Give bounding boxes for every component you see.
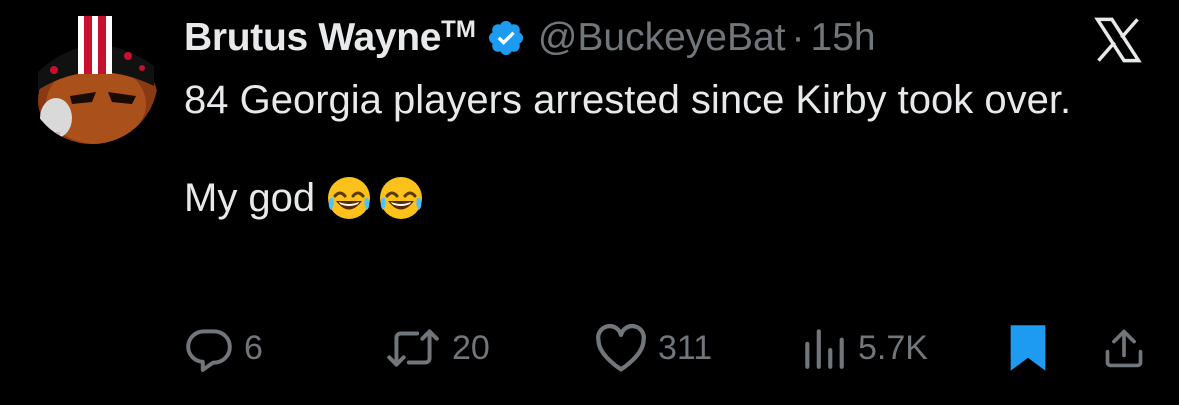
bookmark-button[interactable] <box>1006 320 1050 376</box>
reply-button[interactable]: 6 <box>184 320 263 376</box>
separator-dot: · <box>791 16 805 59</box>
action-bar: 6 20 311 5.7K <box>184 320 1154 376</box>
like-count: 311 <box>658 328 713 367</box>
tweet-text-line-2: My god <box>184 176 316 220</box>
laughing-emoji-icon <box>377 174 425 222</box>
avatar-image <box>26 12 158 144</box>
reply-icon <box>186 329 232 372</box>
avatar[interactable] <box>26 12 158 144</box>
bookmark-icon <box>1010 325 1046 371</box>
display-name[interactable]: Brutus Wayne <box>184 16 441 60</box>
repost-count: 20 <box>452 328 490 367</box>
views-icon <box>805 329 844 369</box>
trademark-symbol: TM <box>441 16 476 61</box>
repost-icon <box>387 329 439 367</box>
share-button[interactable] <box>1102 320 1146 376</box>
laughing-emoji-icon <box>325 174 373 222</box>
reply-count: 6 <box>244 328 263 367</box>
x-logo-icon <box>1092 14 1144 66</box>
tweet-text-line-1: 84 Georgia players arrested since Kirby … <box>184 78 1072 122</box>
tweet-text-line-2-row: My god <box>184 172 1104 224</box>
views-count: 5.7K <box>858 328 928 367</box>
repost-button[interactable]: 20 <box>384 320 490 376</box>
verified-badge-icon[interactable] <box>486 18 526 58</box>
trademark-text: TM <box>441 15 476 43</box>
user-handle[interactable]: @BuckeyeBat <box>538 16 786 60</box>
like-button[interactable]: 311 <box>594 320 712 376</box>
heart-icon <box>596 324 646 372</box>
tweet-timestamp[interactable]: 15h <box>811 16 876 60</box>
views-button[interactable]: 5.7K <box>800 320 928 376</box>
share-icon <box>1105 329 1143 368</box>
tweet-header: Brutus Wayne TM @BuckeyeBat · 15h <box>184 12 876 64</box>
tweet-text: 84 Georgia players arrested since Kirby … <box>184 74 1104 224</box>
